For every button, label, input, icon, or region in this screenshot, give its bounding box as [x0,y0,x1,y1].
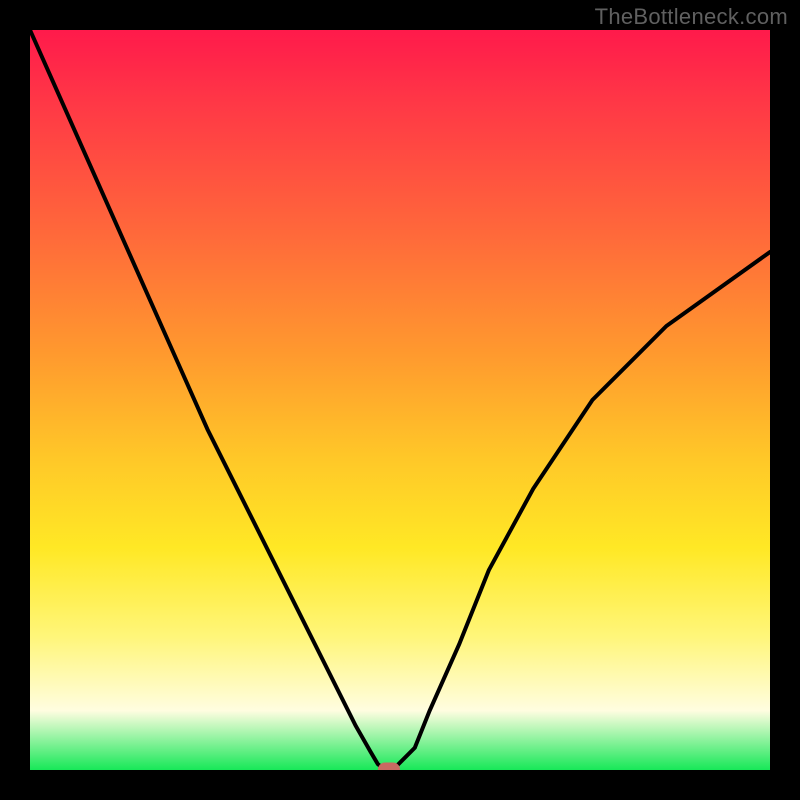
chart-frame: TheBottleneck.com [0,0,800,800]
watermark-text: TheBottleneck.com [595,4,788,30]
bottleneck-curve-path [30,30,770,770]
plot-area [30,30,770,770]
curve-svg [30,30,770,770]
minimum-marker [378,763,400,771]
